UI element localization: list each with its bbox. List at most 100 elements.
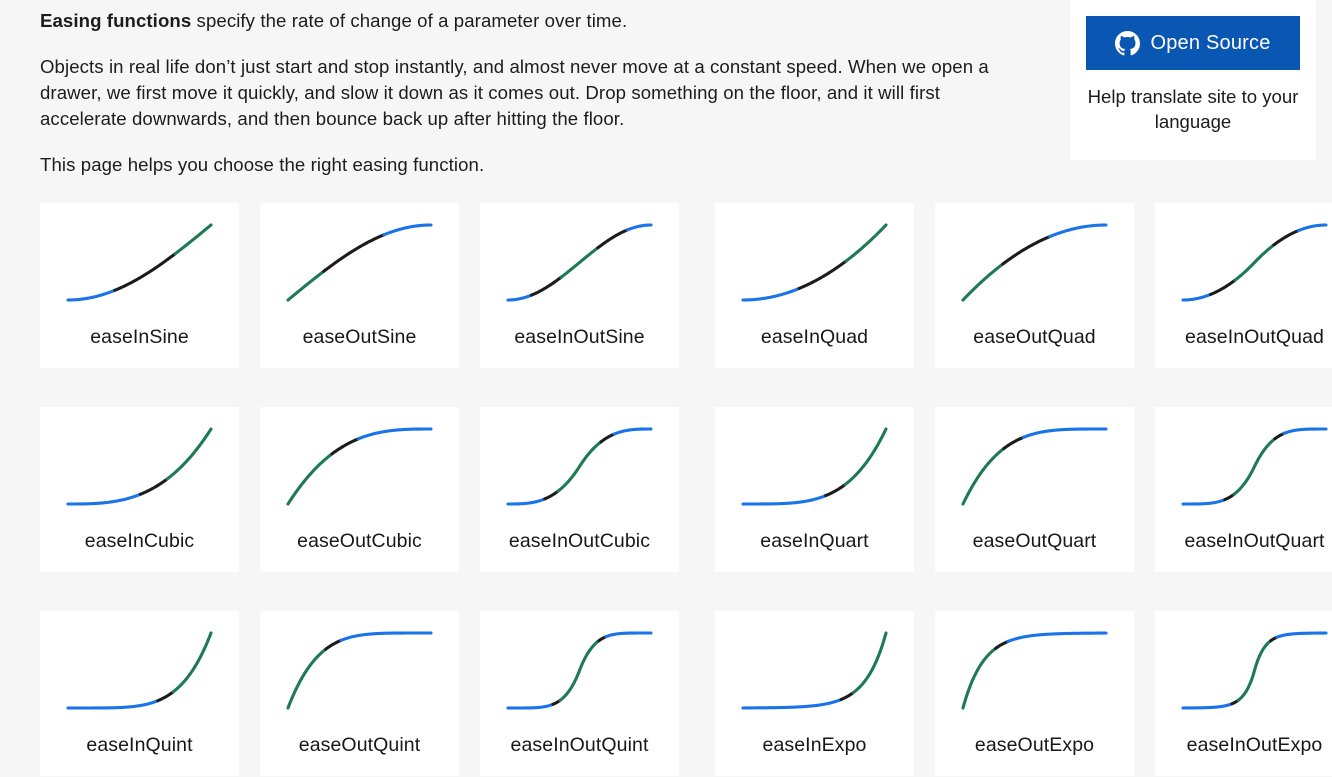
easing-card-label: easeInQuint [86,734,193,756]
easing-card-label: easeInOutQuad [1185,326,1324,348]
easing-card-group: easeInExpo easeOutExpo easeInOutExpo [715,611,1332,776]
easing-card-label: easeOutQuint [298,734,421,756]
curve-segment [324,638,343,651]
curve-segment [506,702,555,710]
curve-segment [1236,639,1273,702]
easing-card-label: easeInOutQuart [1184,530,1325,552]
easing-curve-easeOutQuint [286,631,433,710]
help-translate-link[interactable]: Help translate site to your language [1086,84,1300,134]
curve-segment [839,691,855,702]
curve-segment [824,482,847,498]
curve-segment [741,286,801,302]
curve-segment [604,631,653,639]
easing-card-easeOutQuint[interactable]: easeOutQuint [260,611,459,776]
curve-segment [1209,278,1237,296]
easing-curve-easeInOutQuad [1181,223,1328,302]
easing-card-easeOutCubic[interactable]: easeOutCubic [260,407,459,572]
easing-card-grid: easeInSine easeOutSine easeInOutSine easeIn… [40,203,1332,777]
curve-segment [339,631,433,642]
easing-card-label: easeOutQuart [972,530,1097,552]
curve-segment [1048,223,1108,239]
easing-card-easeOutSine[interactable]: easeOutSine [260,203,459,368]
curve-segment [1296,223,1328,233]
easing-card-easeInOutCubic[interactable]: easeInOutCubic [480,407,679,572]
curve-segment [286,452,334,506]
easing-card-group: easeInQuart easeOutQuart easeInOutQuart [715,407,1332,572]
easing-card-easeInExpo[interactable]: easeInExpo [715,611,914,776]
easing-card-easeInOutSine[interactable]: easeInOutSine [480,203,679,368]
easing-curve-easeOutQuart [961,427,1108,506]
curve-segment [599,432,616,444]
easing-curve-easeInOutCubic [506,427,653,506]
curve-segment [382,223,433,237]
easing-card-label: easeInQuad [760,326,869,348]
curve-segment [851,631,888,695]
curve-segment [156,690,175,703]
easing-card-easeOutExpo[interactable]: easeOutExpo [935,611,1134,776]
easing-curve-easeInQuint [66,631,213,710]
curve-segment [171,631,213,694]
curve-segment [625,223,653,232]
easing-card-easeOutQuart[interactable]: easeOutQuart [935,407,1134,572]
easing-curve-easeInQuart [741,427,888,506]
easing-card-label: easeInOutQuint [510,734,649,756]
easing-card-easeOutQuad[interactable]: easeOutQuad [935,203,1134,368]
easing-card-group: easeInQuint easeOutQuint easeInOutQuint [40,611,679,776]
easing-card-label: easeOutCubic [297,530,422,552]
intro-paragraph-3: This page helps you choose the right eas… [40,154,485,175]
easing-card-label: easeInOutSine [514,326,645,348]
easing-functions-page: Easing functions specify the rate of cha… [0,0,1332,777]
curve-segment [1181,498,1227,506]
curve-segment [286,647,328,710]
curve-segment [559,246,600,279]
easing-row: easeInCubic easeOutCubic easeInOutCubic eas… [40,407,1332,572]
easing-curve-easeOutSine [286,223,433,302]
easing-card-easeInQuint[interactable]: easeInQuint [40,611,239,776]
easing-card-easeInQuart[interactable]: easeInQuart [715,407,914,572]
easing-card-group: easeInQuad easeOutQuad easeInOutQuad [715,203,1332,368]
easing-card-easeInCubic[interactable]: easeInCubic [40,407,239,572]
open-source-panel: Open Source Help translate site to your … [1070,0,1316,160]
easing-curve-easeInOutQuint [506,631,653,710]
easing-card-group: easeInCubic easeOutCubic easeInOutCubic [40,407,679,572]
curve-segment [961,646,998,710]
curve-segment [1232,437,1277,496]
easing-card-label: easeInExpo [762,734,867,756]
easing-card-label: easeInSine [90,326,189,348]
curve-segment [165,427,213,481]
open-source-button[interactable]: Open Source [1086,16,1300,70]
curve-segment [1282,427,1328,435]
curve-segment [1273,431,1286,441]
curve-segment [843,427,888,487]
curve-segment [1181,292,1213,302]
easing-card-easeInQuad[interactable]: easeInQuad [715,203,914,368]
easing-card-group: easeInSine easeOutSine easeInOutSine [40,203,679,368]
curve-segment [1223,492,1236,502]
easing-card-easeInOutQuad[interactable]: easeInOutQuad [1155,203,1332,368]
curve-segment [286,269,326,302]
curve-segment [556,440,603,493]
curve-segment [173,223,213,256]
curve-segment [741,697,843,710]
curve-segment [844,223,888,263]
curve-segment [741,494,828,506]
curve-segment [961,262,1005,302]
easing-card-easeInSine[interactable]: easeInSine [40,203,239,368]
intro-text-block: Easing functions specify the rate of cha… [40,0,1015,198]
easing-curve-easeInOutExpo [1181,631,1328,710]
easing-card-easeInOutQuint[interactable]: easeInOutQuint [480,611,679,776]
curve-segment [543,489,560,501]
curve-segment [1181,702,1234,710]
easing-curve-easeInSine [66,223,213,302]
curve-segment [994,639,1010,650]
curve-segment [1275,631,1328,639]
curve-segment [612,427,653,436]
easing-card-easeInOutQuart[interactable]: easeInOutQuart [1155,407,1332,572]
easing-card-label: easeInOutExpo [1186,734,1323,756]
curve-segment [1272,229,1300,247]
curve-segment [596,228,630,250]
curve-segment [330,437,361,456]
easing-card-label: easeOutQuad [973,326,1096,348]
easing-card-easeInOutExpo[interactable]: easeInOutExpo [1155,611,1332,776]
curve-segment [1233,243,1276,282]
